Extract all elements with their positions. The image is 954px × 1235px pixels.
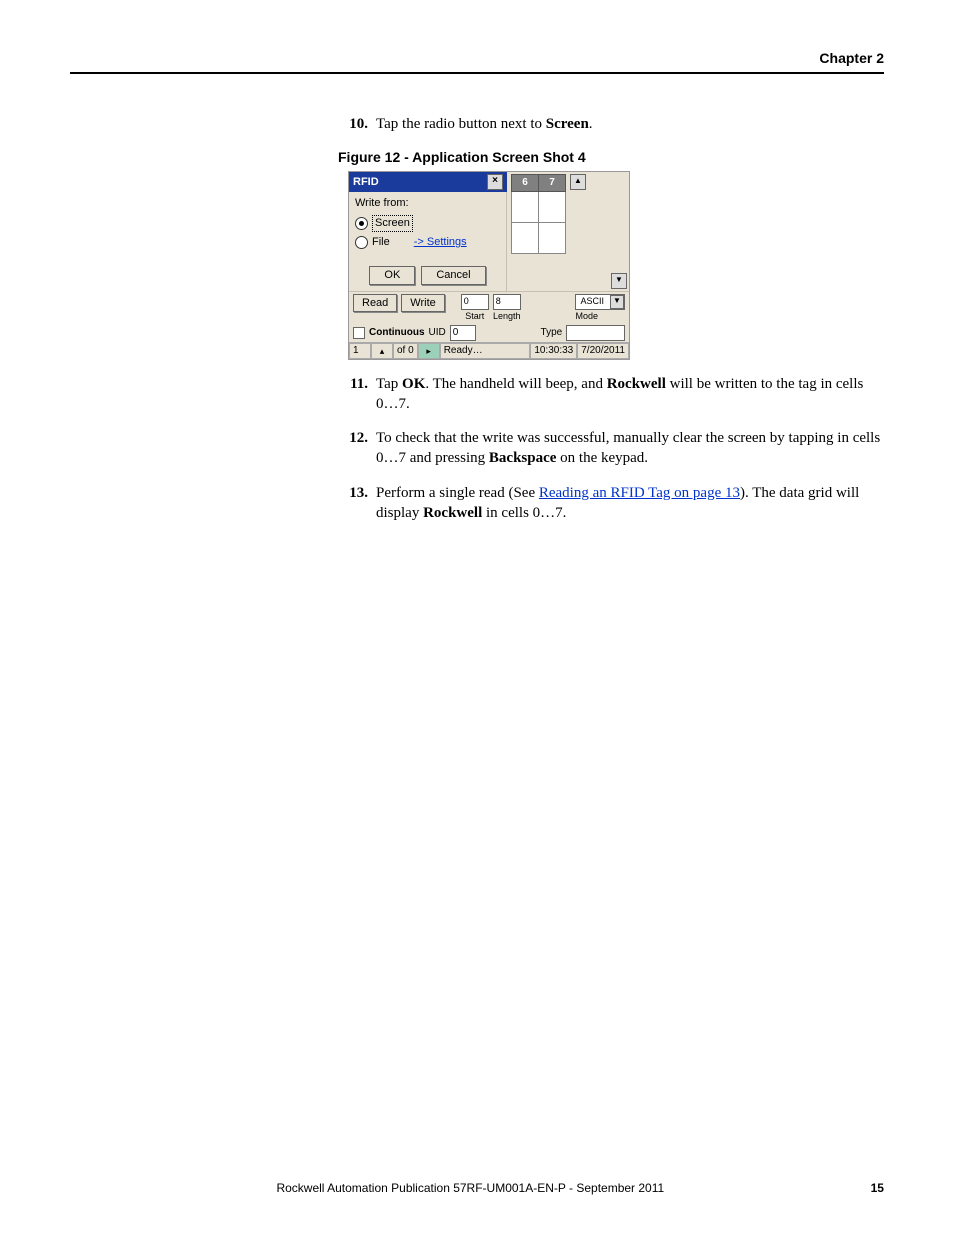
status-time: 10:30:33 [530, 343, 577, 359]
settings-link[interactable]: -> Settings [414, 235, 467, 250]
uid-label: UID [429, 326, 446, 340]
col-header-6: 6 [512, 175, 539, 192]
length-input[interactable]: 8 [493, 294, 521, 310]
read-button[interactable]: Read [353, 294, 397, 313]
page-number: 15 [871, 1181, 884, 1195]
body-content: 10. Tap the radio button next to Screen.… [338, 114, 884, 523]
uid-input[interactable]: 0 [450, 325, 476, 341]
mode-dropdown[interactable]: ASCII ▼ [575, 294, 625, 310]
chapter-header: Chapter 2 [70, 50, 884, 74]
toolbar-row: Read Write 0 Start 8 Length ASCII ▼ [349, 291, 629, 324]
radio-file[interactable] [355, 236, 368, 249]
dialog-titlebar: RFID × [349, 172, 507, 192]
radio-file-row[interactable]: File -> Settings [355, 235, 500, 250]
bold: Backspace [489, 450, 557, 466]
radio-screen-label: Screen [372, 215, 413, 232]
dialog-title: RFID [353, 175, 379, 190]
scroll-up-icon[interactable]: ▲ [570, 174, 586, 190]
text: Perform a single read (See [376, 485, 539, 501]
text: . The handheld will beep, and [425, 376, 606, 392]
continuous-label: Continuous [369, 326, 425, 340]
step-number: 10. [338, 114, 368, 134]
status-text: Ready… [440, 343, 531, 359]
step-text: Tap the radio button next to Screen. [376, 114, 884, 134]
start-input[interactable]: 0 [461, 294, 489, 310]
grid-cell[interactable] [512, 192, 539, 223]
status-date: 7/20/2011 [577, 343, 629, 359]
text: on the keypad. [556, 450, 648, 466]
start-label: Start [465, 310, 484, 322]
step-number: 12. [338, 428, 368, 469]
step-text: Tap OK. The handheld will beep, and Rock… [376, 374, 884, 415]
bold: OK [402, 376, 425, 392]
text: Tap [376, 376, 402, 392]
mode-label: Mode [575, 310, 598, 322]
step-text: To check that the write was successful, … [376, 428, 884, 469]
grid-cell[interactable] [539, 223, 566, 254]
grid-cell[interactable] [512, 223, 539, 254]
app-screenshot: RFID × Write from: Screen File [348, 171, 630, 360]
options-row: Continuous UID 0 Type [349, 324, 629, 342]
chevron-down-icon[interactable]: ▼ [610, 295, 624, 309]
mode-value: ASCII [576, 295, 608, 307]
bold: Screen [546, 116, 589, 132]
page-input[interactable]: 1 [349, 343, 371, 359]
write-from-label: Write from: [355, 196, 500, 211]
bold: Rockwell [423, 505, 482, 521]
radio-file-label: File [372, 235, 390, 250]
step-number: 11. [338, 374, 368, 415]
continuous-checkbox[interactable] [353, 327, 365, 339]
radio-screen-row[interactable]: Screen [355, 215, 500, 232]
ok-button[interactable]: OK [369, 266, 415, 285]
grid-cell[interactable] [539, 192, 566, 223]
radio-screen[interactable] [355, 217, 368, 230]
status-bar: 1 ▴ of 0 ▸ Ready… 10:30:33 7/20/2011 [349, 342, 629, 359]
page-footer: Rockwell Automation Publication 57RF-UM0… [70, 1181, 884, 1195]
scroll-down-icon[interactable]: ▼ [611, 273, 627, 289]
col-header-7: 7 [539, 175, 566, 192]
data-grid[interactable]: 6 7 [511, 174, 566, 254]
step-10: 10. Tap the radio button next to Screen. [338, 114, 884, 134]
cancel-button[interactable]: Cancel [421, 266, 485, 285]
bold: Rockwell [607, 376, 666, 392]
text: . [589, 116, 593, 132]
publication-info: Rockwell Automation Publication 57RF-UM0… [276, 1181, 664, 1195]
figure-caption: Figure 12 - Application Screen Shot 4 [338, 148, 884, 167]
text: Tap the radio button next to [376, 116, 546, 132]
page-stepper-icon[interactable]: ▴ [371, 343, 393, 359]
write-button[interactable]: Write [401, 294, 444, 313]
step-12: 12. To check that the write was successf… [338, 428, 884, 469]
length-label: Length [493, 310, 521, 322]
play-icon[interactable]: ▸ [418, 343, 440, 359]
step-13: 13. Perform a single read (See Reading a… [338, 483, 884, 524]
step-number: 13. [338, 483, 368, 524]
cross-reference-link[interactable]: Reading an RFID Tag on page 13 [539, 485, 740, 501]
type-label: Type [541, 326, 563, 340]
step-text: Perform a single read (See Reading an RF… [376, 483, 884, 524]
page-of: of 0 [393, 343, 418, 359]
close-icon[interactable]: × [487, 174, 503, 190]
text: in cells 0…7. [482, 505, 566, 521]
step-11: 11. Tap OK. The handheld will beep, and … [338, 374, 884, 415]
type-input[interactable] [566, 325, 625, 341]
